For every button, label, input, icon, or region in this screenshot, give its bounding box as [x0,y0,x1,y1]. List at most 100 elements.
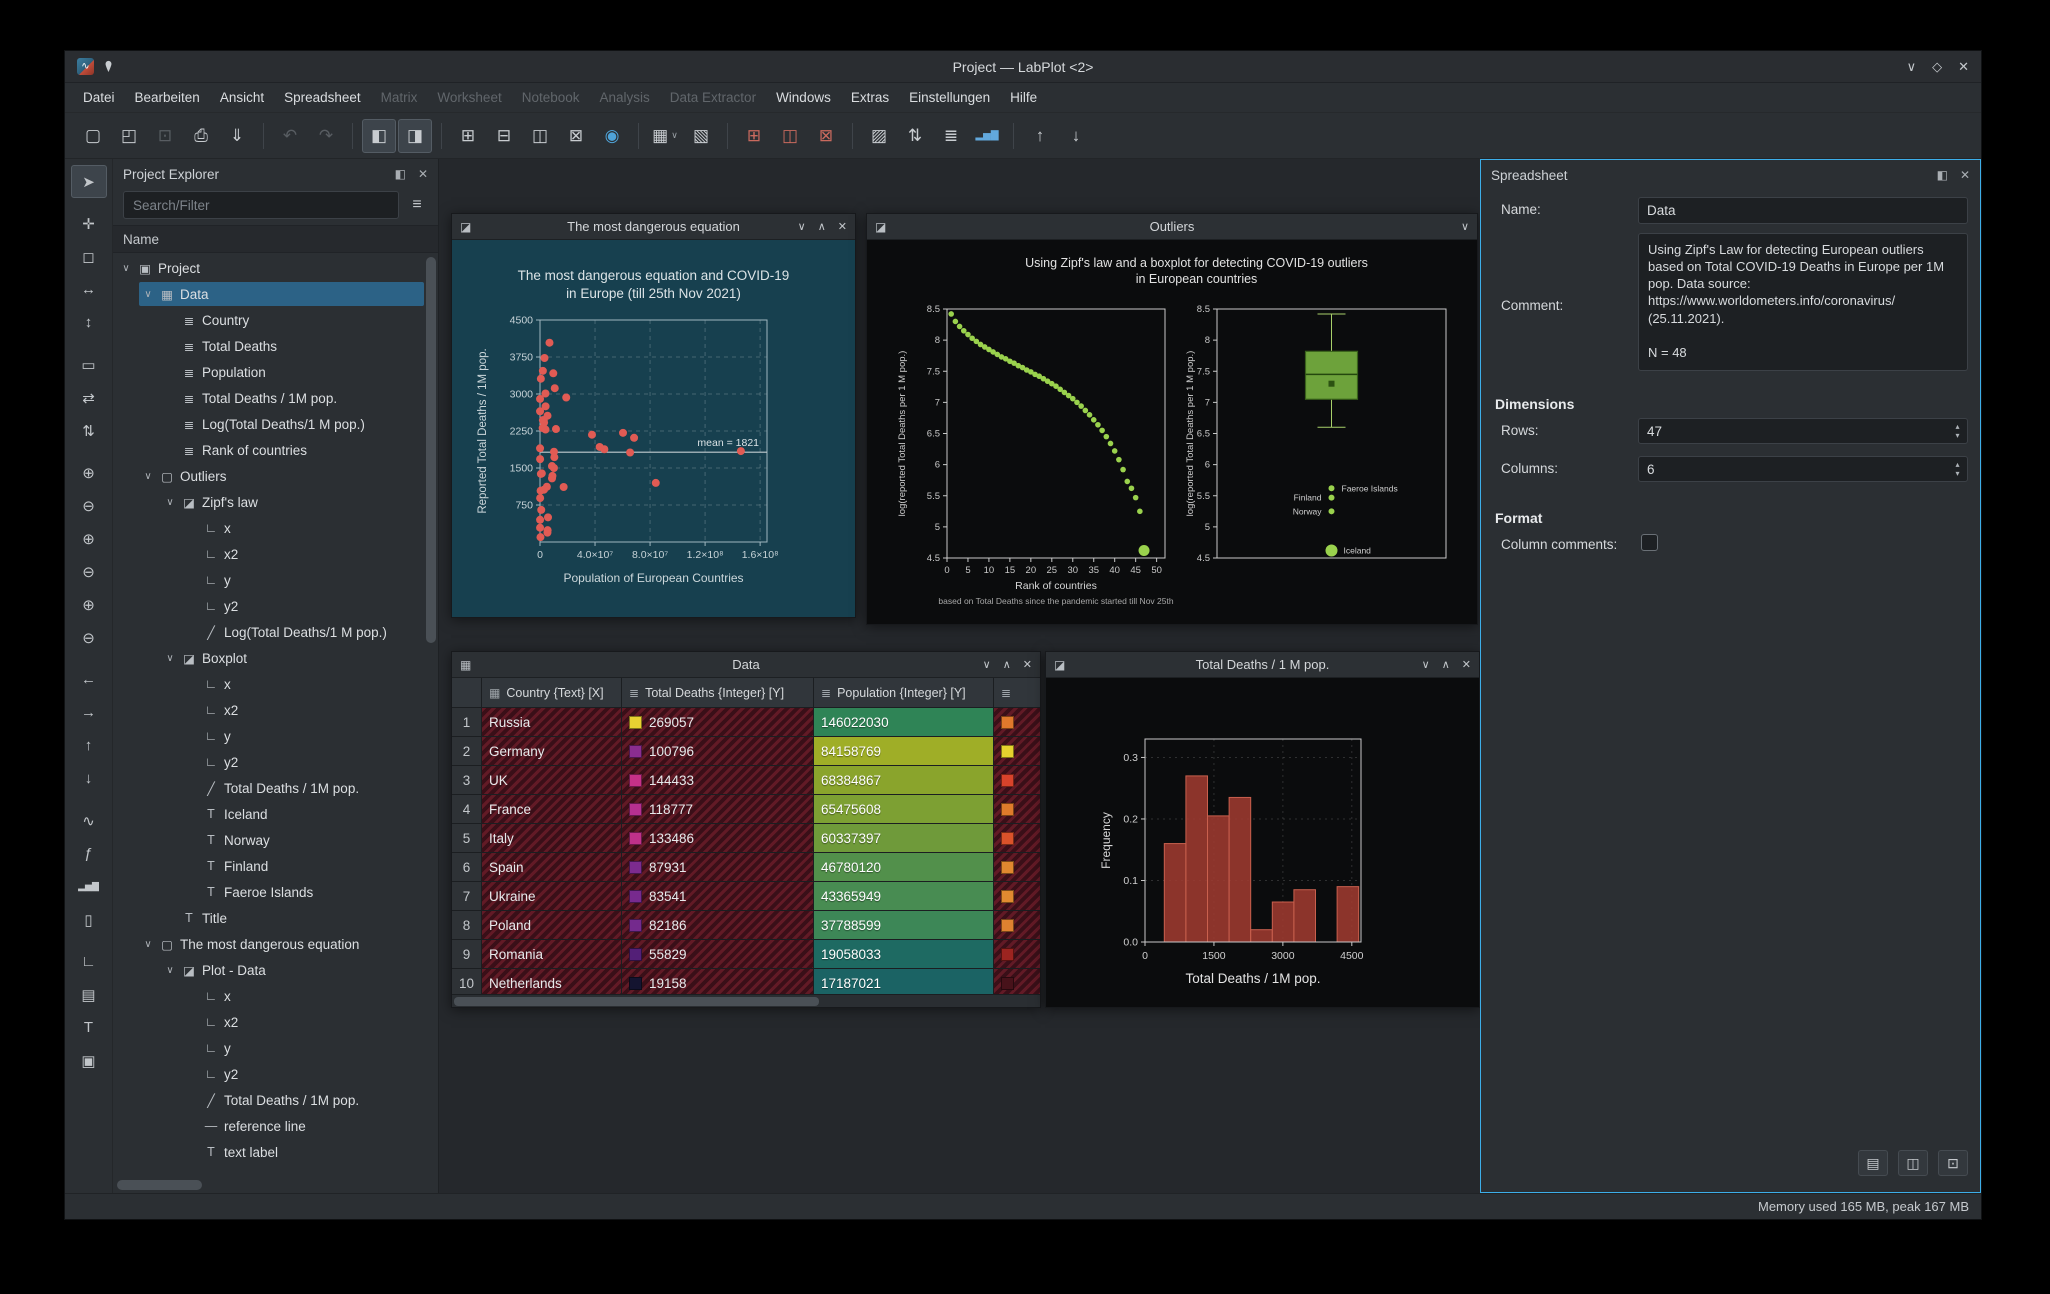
tree-item-outliers[interactable]: ∨ ▢ Outliers [117,463,424,489]
row-number[interactable]: 7 [452,882,482,911]
add-boxplot-button[interactable]: ▯ [71,903,107,936]
scrollbar-thumb[interactable] [117,1180,203,1190]
zoom-x-select-tool-button[interactable]: ↔ [71,273,107,306]
cell-deaths-per-1m[interactable] [994,882,1040,911]
cell-total-deaths[interactable]: 133486 [622,824,814,853]
expander-icon[interactable]: ∨ [139,289,157,300]
cell-country[interactable]: Ukraine [482,882,622,911]
tree-item-content[interactable]: ≣ Total Deaths [161,334,424,358]
tree-item-y[interactable]: ∟ y [117,1035,424,1061]
tree-item-boxplot[interactable]: ∨ ◪ Boxplot [117,645,424,671]
column-header-country-text-x[interactable]: ▦ Country {Text} [X] [482,678,622,708]
tree-item-y[interactable]: ∟ y [117,723,424,749]
reverse-order-button[interactable]: ⇅ [898,119,932,153]
auto-scale-x-button[interactable]: ⇄ [71,381,107,414]
sheet-horizontal-scrollbar[interactable] [452,994,1040,1007]
normalize-columns-button[interactable]: ≣ [934,119,968,153]
cell-deaths-per-1m[interactable] [994,824,1040,853]
tree-item-content[interactable]: ∨ ▢ The most dangerous equation [139,932,424,956]
cell-country[interactable]: Poland [482,911,622,940]
tree-item-content[interactable]: ≣ Log(Total Deaths/1 M pop.) [161,412,424,436]
cell-population[interactable]: 60337397 [814,824,994,853]
tree-item-y2[interactable]: ∟ y2 [117,1061,424,1087]
tree-item-x2[interactable]: ∟ x2 [117,697,424,723]
scrollbar-thumb[interactable] [426,257,436,643]
tree-item-x[interactable]: ∟ x [117,671,424,697]
expander-icon[interactable]: ∨ [139,939,157,950]
tree-item-content[interactable]: ≣ Rank of countries [161,438,424,462]
expander-icon[interactable]: ∨ [161,965,179,976]
zoom-in-y-button[interactable]: ⊕ [71,588,107,621]
tree-item-content[interactable]: ≣ Population [161,360,424,384]
add-image-button[interactable]: ▣ [71,1044,107,1077]
tree-item-content[interactable]: ╱ Log(Total Deaths/1 M pop.) [183,620,424,644]
tree-column-header[interactable]: Name [113,225,438,253]
tree-horizontal-scrollbar[interactable] [117,1180,422,1190]
tree-item-x2[interactable]: ∟ x2 [117,1009,424,1035]
rows-spinner[interactable]: ▴ ▾ [1638,418,1968,444]
menu-spreadsheet[interactable]: Spreadsheet [274,87,371,108]
tree-item-project[interactable]: ∨ ▣ Project [117,255,424,281]
used-colors-button[interactable]: ◉ [595,119,629,153]
tree-item-content[interactable]: T Faeroe Islands [183,880,424,904]
tree-item-zipf-s-law[interactable]: ∨ ◪ Zipf's law [117,489,424,515]
cell-country[interactable]: UK [482,766,622,795]
project-explorer-header[interactable]: Project Explorer ◧ ✕ [113,159,438,189]
equation-plot[interactable]: 0 4.0×10⁷ 8.0×10⁷ 1.2×10⁸ 1.6×10⁸ 750 1500 2250… [452,240,855,617]
cell-population[interactable]: 43365949 [814,882,994,911]
tree-item-x[interactable]: ∟ x [117,983,424,1009]
window-most-dangerous-equation[interactable]: ◪ The most dangerous equation ∨ ∧ ✕ 0 4.0… [451,213,856,618]
tree-item-content[interactable]: ∨ ▢ Outliers [139,464,424,488]
cell-country[interactable]: Germany [482,737,622,766]
add-legend-button[interactable]: ▤ [71,978,107,1011]
row-number[interactable]: 3 [452,766,482,795]
zoom-out-x-button[interactable]: ⊖ [71,555,107,588]
rows-input[interactable] [1639,423,1951,439]
menu-extras[interactable]: Extras [841,87,899,108]
name-field[interactable] [1638,197,1968,224]
mdi-close-button[interactable]: ✕ [838,220,847,233]
cell-total-deaths[interactable]: 55829 [622,940,814,969]
add-text-label-button[interactable]: T [71,1011,107,1044]
cell-country[interactable]: Russia [482,708,622,737]
expander-icon[interactable]: ∨ [161,653,179,664]
toggle-properties-dock-button[interactable]: ◨ [398,118,432,153]
add-xy-curve-button[interactable]: ∿ [71,804,107,837]
cell-population[interactable]: 146022030 [814,708,994,737]
shift-left-x-button[interactable]: ← [71,663,107,696]
row-number[interactable]: 4 [452,795,482,824]
cell-deaths-per-1m[interactable] [994,969,1040,994]
comment-field[interactable]: Using Zipf's Law for detecting European … [1638,233,1968,371]
tree-item-content[interactable]: ╱ Total Deaths / 1M pop. [183,776,424,800]
spin-up-icon[interactable]: ▴ [1955,460,1959,469]
tree-item-content[interactable]: ∨ ▦ Data [139,282,424,306]
window-titlebar[interactable]: ∿ Project — LabPlot <2> ∨ ◇ ✕ [65,51,1981,83]
mdi-restore-button[interactable]: ∧ [1442,658,1450,671]
tree-item-x[interactable]: ∟ x [117,515,424,541]
zoom-out-button[interactable]: ⊖ [71,489,107,522]
cell-population[interactable]: 65475608 [814,795,994,824]
add-columns-button[interactable]: ◫ [773,119,807,153]
row-number[interactable]: 5 [452,824,482,853]
tree-item-content[interactable]: ∟ x2 [183,698,424,722]
tree-item-y2[interactable]: ∟ y2 [117,749,424,775]
mdi-close-button[interactable]: ✕ [1462,658,1471,671]
cell-population[interactable]: 68384867 [814,766,994,795]
tree-item-plot-data[interactable]: ∨ ◪ Plot - Data [117,957,424,983]
row-number[interactable]: 6 [452,853,482,882]
mdi-minimize-button[interactable]: ∨ [798,220,806,233]
close-dock-icon[interactable]: ✕ [1960,168,1970,182]
menu-bearbeiten[interactable]: Bearbeiten [125,87,210,108]
mdi-minimize-button[interactable]: ∨ [1422,658,1430,671]
expander-icon[interactable]: ∨ [117,263,135,274]
cell-country[interactable]: Romania [482,940,622,969]
columns-input[interactable] [1639,461,1951,477]
cell-total-deaths[interactable]: 269057 [622,708,814,737]
tree-item-the-most-dangerous-equation[interactable]: ∨ ▢ The most dangerous equation [117,931,424,957]
tree-item-iceland[interactable]: T Iceland [117,801,424,827]
sort-ascending-button[interactable]: ↑ [1023,119,1057,153]
tree-item-population[interactable]: ≣ Population [117,359,424,385]
tree-item-x2[interactable]: ∟ x2 [117,541,424,567]
new-spreadsheet-button[interactable]: ▦ ∨ [648,119,682,153]
remove-cells-button[interactable]: ⊠ [559,119,593,153]
